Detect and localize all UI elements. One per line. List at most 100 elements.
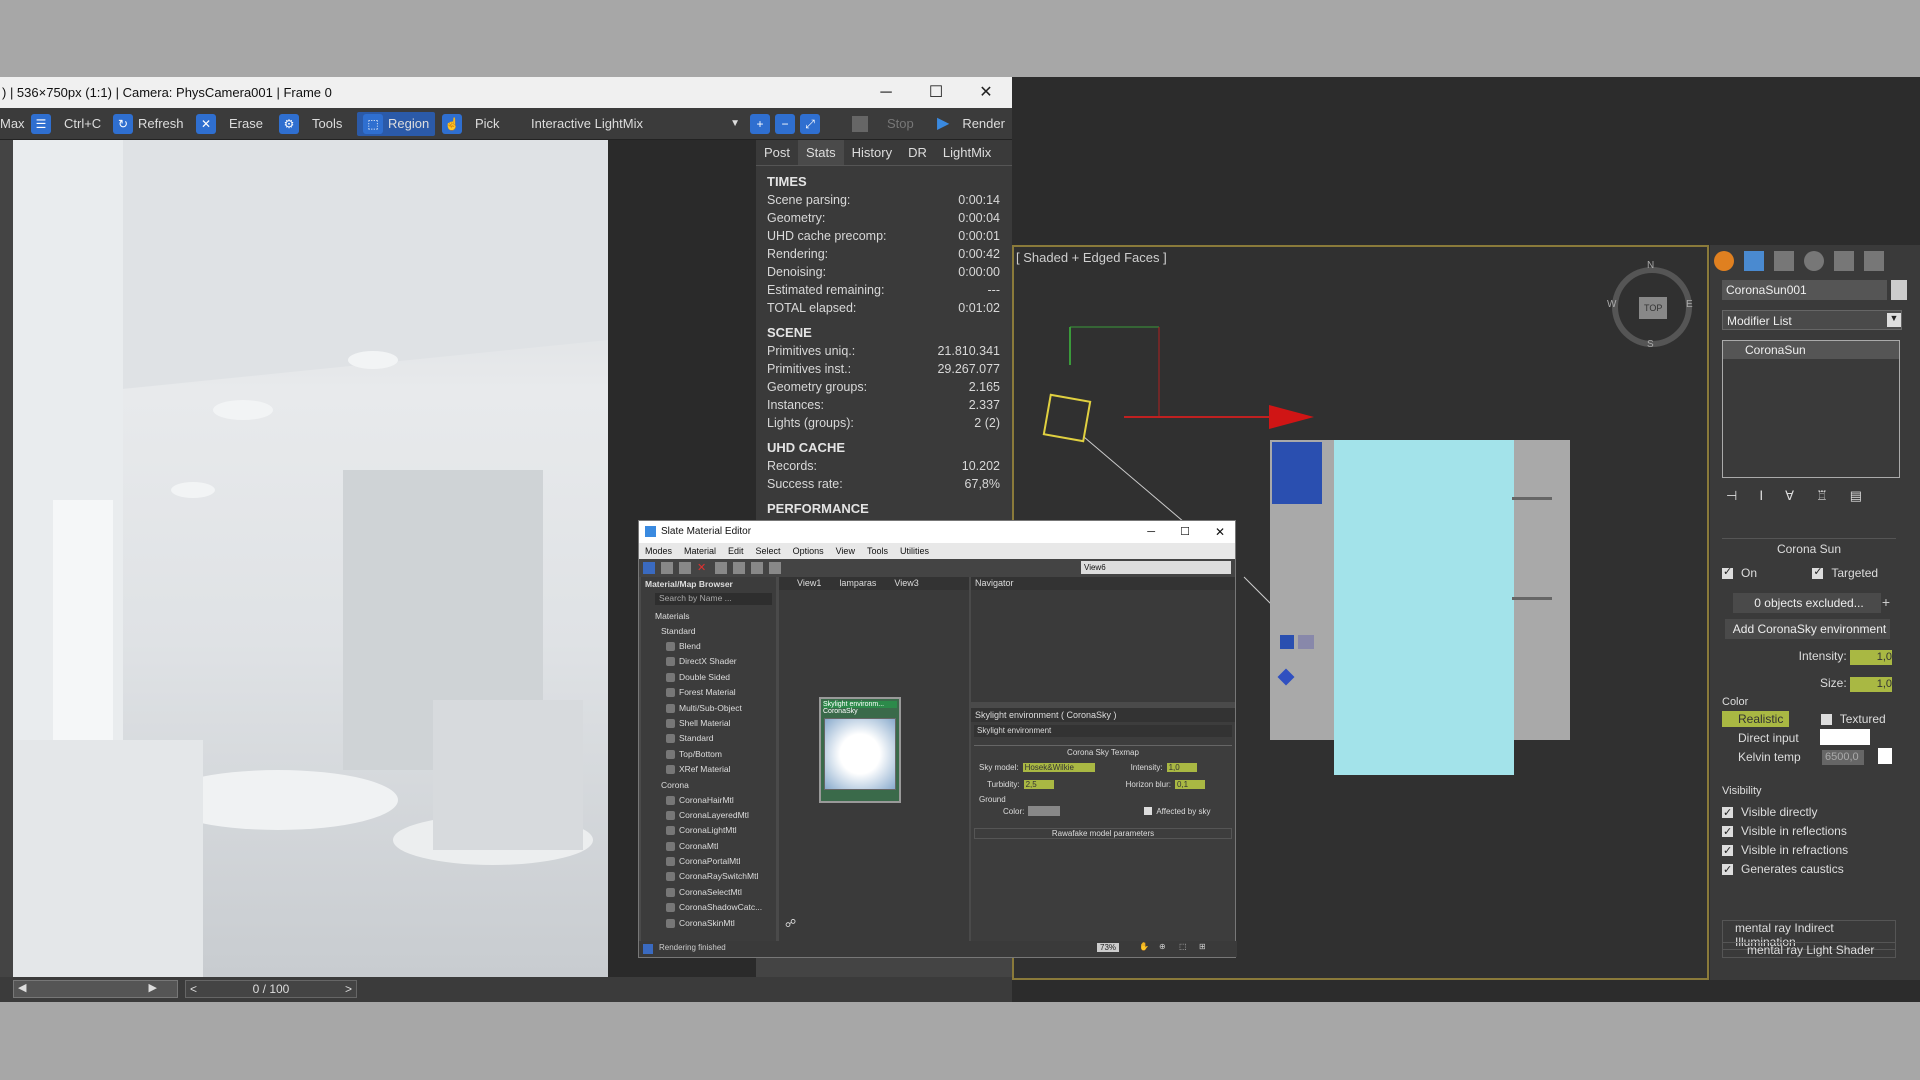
layout-icon[interactable] xyxy=(769,562,781,574)
minimize-icon[interactable]: ─ xyxy=(1147,521,1155,543)
show-end-result-icon[interactable]: Ⅰ xyxy=(1759,488,1763,508)
view-selector[interactable]: View6 xyxy=(1081,561,1231,574)
list-item[interactable]: CoronaLayeredMtl xyxy=(641,808,776,823)
max-button[interactable]: Max xyxy=(0,112,25,136)
kelvin-spinner[interactable]: 6500,0 xyxy=(1822,750,1864,765)
navigator-panel[interactable]: Navigator xyxy=(971,577,1235,702)
menu-select[interactable]: Select xyxy=(756,543,781,559)
list-item[interactable]: CoronaHairMtl xyxy=(641,793,776,808)
modify-tab-icon[interactable] xyxy=(1744,251,1764,271)
hide-unused-icon[interactable] xyxy=(733,562,745,574)
horizon-blur-spinner[interactable]: 0,1 xyxy=(1174,780,1205,789)
list-item[interactable]: CoronaMtl xyxy=(641,839,776,854)
size-spinner[interactable]: 1,0 xyxy=(1850,677,1892,692)
modifier-list-dropdown[interactable]: Modifier List xyxy=(1722,310,1902,330)
pick-material-icon[interactable] xyxy=(661,562,673,574)
exclude-add-button[interactable]: + xyxy=(1873,594,1899,610)
move-children-icon[interactable] xyxy=(715,562,727,574)
intensity-spinner[interactable]: 1,0 xyxy=(1850,650,1892,665)
maximize-icon[interactable]: ☐ xyxy=(1180,521,1190,543)
assign-material-icon[interactable] xyxy=(679,562,691,574)
refresh-button[interactable]: ↻ Refresh xyxy=(113,112,184,136)
menu-utilities[interactable]: Utilities xyxy=(900,543,929,559)
zoom-region-icon[interactable]: ⊕ xyxy=(1159,942,1166,951)
object-name-field[interactable]: CoronaSun001 xyxy=(1722,280,1887,300)
list-item[interactable]: CoronaShadowCatc... xyxy=(641,900,776,915)
pin-stack-icon[interactable]: ⊣ xyxy=(1726,488,1737,508)
show-map-icon[interactable] xyxy=(751,562,763,574)
tools-button[interactable]: ⚙ Tools xyxy=(279,112,342,136)
maximize-icon[interactable]: ☐ xyxy=(912,77,960,108)
list-item[interactable]: Double Sided xyxy=(641,670,776,685)
list-item[interactable]: Blend xyxy=(641,639,776,654)
rawafake-rollout[interactable]: Rawafake model parameters xyxy=(974,828,1232,839)
browser-search[interactable]: Search by Name ... xyxy=(655,593,772,605)
on-checkbox[interactable] xyxy=(1722,565,1733,580)
chevron-down-icon[interactable]: ▼ xyxy=(1887,313,1901,327)
list-item[interactable]: CoronaRaySwitchMtl xyxy=(641,869,776,884)
sun-gizmo-icon[interactable] xyxy=(1042,393,1092,443)
region-button[interactable]: ⬚ Region xyxy=(357,112,436,136)
direct-color-swatch[interactable] xyxy=(1820,729,1870,745)
zoom-in-icon[interactable]: + xyxy=(750,114,770,134)
list-item[interactable]: XRef Material xyxy=(641,762,776,777)
standard-group[interactable]: Standard xyxy=(641,624,776,639)
object-color-swatch[interactable] xyxy=(1891,280,1907,300)
view-area[interactable]: View1 lamparas View3 Skylight environm..… xyxy=(779,577,969,955)
list-item[interactable]: CoronaPortalMtl xyxy=(641,854,776,869)
tab-stats[interactable]: Stats xyxy=(798,140,844,165)
copy-button[interactable]: ☰ Ctrl+C xyxy=(31,112,101,136)
sky-model-dropdown[interactable]: Hosek&Wilkie xyxy=(1022,763,1095,772)
stop-button[interactable]: Stop xyxy=(852,112,914,136)
zoom-all-icon[interactable]: ⊞ xyxy=(1199,942,1206,951)
realistic-radio[interactable]: Realistic xyxy=(1722,711,1790,727)
configure-sets-icon[interactable]: ▤ xyxy=(1850,488,1862,508)
history-pager[interactable]: <0 / 100 > xyxy=(185,980,357,998)
delete-icon[interactable]: ✕ xyxy=(697,562,709,574)
exclude-button[interactable]: 0 objects excluded... xyxy=(1733,593,1881,613)
visible-refractions-checkbox[interactable] xyxy=(1722,842,1733,861)
scroll-right-icon[interactable]: ▶ xyxy=(149,981,157,994)
menu-view[interactable]: View xyxy=(836,543,855,559)
list-item[interactable]: DirectX Shader xyxy=(641,654,776,669)
visible-directly-row[interactable]: Visible directly xyxy=(1722,803,1896,823)
visible-refractions-row[interactable]: Visible in refractions xyxy=(1722,841,1896,861)
list-item[interactable]: Shell Material xyxy=(641,716,776,731)
ground-color-swatch[interactable] xyxy=(1028,806,1061,816)
close-icon[interactable]: ✕ xyxy=(1215,521,1225,543)
pick-button[interactable]: ☝ Pick xyxy=(442,112,500,136)
motion-tab-icon[interactable] xyxy=(1804,251,1824,271)
erase-button[interactable]: ✕ Erase xyxy=(196,112,263,136)
zoom-extents-icon[interactable]: ⬚ xyxy=(1179,942,1187,951)
binoculars-icon[interactable]: ☍ xyxy=(785,917,796,930)
visible-reflections-checkbox[interactable] xyxy=(1722,823,1733,842)
hierarchy-tab-icon[interactable] xyxy=(1774,251,1794,271)
list-item[interactable]: CoronaSelectMtl xyxy=(641,885,776,900)
corona-sun-rollout-header[interactable]: Corona Sun xyxy=(1722,538,1896,556)
select-tool-icon[interactable] xyxy=(643,562,655,574)
textured-checkbox[interactable] xyxy=(1820,714,1832,726)
tab-post[interactable]: Post xyxy=(756,140,798,165)
close-icon[interactable]: ✕ xyxy=(962,77,1010,108)
list-item[interactable]: Top/Bottom xyxy=(641,747,776,762)
list-item[interactable]: CoronaLightMtl xyxy=(641,823,776,838)
pan-icon[interactable]: ✋ xyxy=(1139,942,1149,951)
viewcube-top[interactable]: TOP xyxy=(1639,297,1668,319)
zoom-field[interactable]: 73% xyxy=(1097,943,1120,952)
tab-lamparas[interactable]: lamparas xyxy=(839,578,876,589)
tab-view3[interactable]: View3 xyxy=(894,578,918,589)
add-coronasky-button[interactable]: Add CoronaSky environment xyxy=(1725,619,1890,639)
menu-edit[interactable]: Edit xyxy=(728,543,744,559)
stack-item-coronasun[interactable]: CoronaSun xyxy=(1723,341,1899,359)
rendered-image[interactable] xyxy=(13,140,608,977)
modifier-stack[interactable]: CoronaSun xyxy=(1722,340,1900,478)
horizontal-scrollbar[interactable]: ◀ ▶ xyxy=(13,980,178,998)
visible-reflections-row[interactable]: Visible in reflections xyxy=(1722,822,1896,842)
minimize-icon[interactable]: ─ xyxy=(862,77,910,108)
zoom-fit-icon[interactable]: ⤢ xyxy=(800,114,820,134)
intensity-spinner[interactable]: 1,0 xyxy=(1166,763,1197,772)
list-item[interactable]: Forest Material xyxy=(641,685,776,700)
kelvin-radio[interactable]: Kelvin temp xyxy=(1722,750,1896,764)
zoom-out-icon[interactable]: − xyxy=(775,114,795,134)
targeted-checkbox[interactable] xyxy=(1812,565,1824,580)
